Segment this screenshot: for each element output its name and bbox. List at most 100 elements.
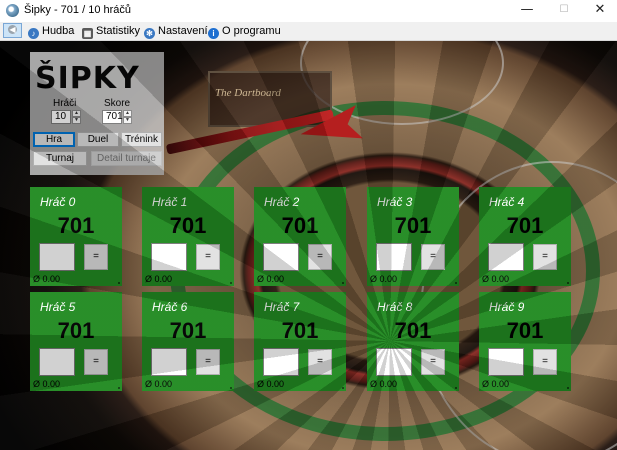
throw-input[interactable] (488, 243, 524, 271)
score-input[interactable]: 701 (102, 110, 123, 124)
player-average: Ø 0.00 (145, 379, 173, 389)
menu-item-label: Nastavení (158, 25, 208, 37)
info-icon: i (208, 28, 219, 39)
player-name: Hráč 3 (377, 195, 413, 209)
maximize-button[interactable]: ☐ (547, 0, 581, 22)
player-score: 701 (281, 318, 319, 343)
menu-item-settings[interactable]: ✻ Nastavení (144, 23, 208, 39)
score-stepper[interactable]: ▲ ▼ (123, 110, 132, 124)
menu-item-about[interactable]: iO programu (208, 23, 281, 39)
player-average: Ø 0.00 (370, 379, 398, 389)
throw-input[interactable] (376, 348, 412, 376)
resize-grip-icon (342, 282, 344, 284)
window-title: Šipky - 701 / 10 hráčů (24, 4, 132, 16)
submit-throw-button[interactable]: = (533, 349, 557, 375)
music-icon: ♪ (28, 28, 39, 39)
player-average: Ø 0.00 (482, 274, 510, 284)
submit-throw-button[interactable]: = (84, 244, 108, 270)
app-logo: ŠIPKY (35, 61, 140, 96)
background-wire (300, 41, 504, 125)
player-name: Hráč 7 (264, 300, 300, 314)
player-average: Ø 0.00 (33, 379, 61, 389)
duel-button[interactable]: Duel (77, 132, 119, 147)
player-card: Hráč 3 701 = Ø 0.00 (367, 187, 459, 286)
player-average: Ø 0.00 (33, 274, 61, 284)
stepper-up-icon[interactable]: ▲ (72, 110, 81, 117)
throw-input[interactable] (39, 348, 75, 376)
player-average: Ø 0.00 (370, 274, 398, 284)
throw-input[interactable] (39, 243, 75, 271)
submit-throw-button[interactable]: = (196, 349, 220, 375)
player-name: Hráč 8 (377, 300, 413, 314)
menu-bar: ◀ ♪ Hudba ▦ Statistiky ✻ Nastavení iO progr… (0, 22, 617, 41)
tournament-detail-button: Detail turnaje (91, 151, 162, 166)
menu-item-statistics[interactable]: ▦ Statistiky (82, 23, 140, 39)
gear-icon: ✻ (144, 28, 155, 39)
play-button[interactable]: Hra (33, 132, 75, 147)
background-wire (420, 161, 617, 450)
player-card: Hráč 8 701 = Ø 0.00 (367, 292, 459, 391)
minimize-button[interactable]: — (510, 0, 544, 22)
player-average: Ø 0.00 (257, 379, 285, 389)
throw-input[interactable] (376, 243, 412, 271)
resize-grip-icon (455, 387, 457, 389)
resize-grip-icon (230, 282, 232, 284)
background-sign: The Dartboard (208, 71, 332, 127)
submit-throw-button[interactable]: = (308, 244, 332, 270)
stepper-down-icon[interactable]: ▼ (72, 117, 81, 124)
player-score: 701 (169, 213, 207, 238)
submit-throw-button[interactable]: = (533, 244, 557, 270)
resize-grip-icon (118, 387, 120, 389)
player-name: Hráč 0 (40, 195, 76, 209)
player-name: Hráč 1 (152, 195, 188, 209)
title-bar: Šipky - 701 / 10 hráčů — ☐ ✕ (0, 0, 617, 22)
player-score: 701 (394, 318, 432, 343)
players-stepper[interactable]: ▲ ▼ (72, 110, 81, 124)
submit-throw-button[interactable]: = (421, 349, 445, 375)
throw-input[interactable] (151, 243, 187, 271)
player-card: Hráč 6 701 = Ø 0.00 (142, 292, 234, 391)
player-name: Hráč 2 (264, 195, 300, 209)
player-score: 701 (394, 213, 432, 238)
player-card: Hráč 5 701 = Ø 0.00 (30, 292, 122, 391)
players-count-input[interactable]: 10 (51, 110, 71, 124)
player-score: 701 (169, 318, 207, 343)
player-card: Hráč 0 701 = Ø 0.00 (30, 187, 122, 286)
throw-input[interactable] (488, 348, 524, 376)
resize-grip-icon (342, 387, 344, 389)
menu-item-label: Hudba (42, 25, 75, 37)
training-button[interactable]: Trénink (121, 132, 162, 147)
dart-shaft (165, 109, 335, 155)
submit-throw-button[interactable]: = (84, 349, 108, 375)
player-score: 701 (281, 213, 319, 238)
stepper-down-icon[interactable]: ▼ (123, 117, 132, 124)
player-score: 701 (506, 213, 544, 238)
menu-item-label: Statistiky (96, 25, 141, 37)
player-name: Hráč 9 (489, 300, 525, 314)
menu-item-music[interactable]: ♪ Hudba (28, 23, 74, 39)
player-average: Ø 0.00 (145, 274, 173, 284)
submit-throw-button[interactable]: = (196, 244, 220, 270)
throw-input[interactable] (263, 348, 299, 376)
player-card: Hráč 9 701 = Ø 0.00 (479, 292, 571, 391)
back-button[interactable]: ◀ (3, 23, 22, 38)
player-average: Ø 0.00 (257, 274, 285, 284)
player-card: Hráč 1 701 = Ø 0.00 (142, 187, 234, 286)
submit-throw-button[interactable]: = (308, 349, 332, 375)
player-name: Hráč 6 (152, 300, 188, 314)
game-setup-panel: ŠIPKY Hráči Skore 10 ▲ ▼ 701 ▲ ▼ Hra Due… (30, 52, 164, 175)
close-button[interactable]: ✕ (583, 0, 617, 22)
resize-grip-icon (455, 282, 457, 284)
stepper-up-icon[interactable]: ▲ (123, 110, 132, 117)
score-label: Skore (104, 98, 131, 109)
stats-icon: ▦ (82, 28, 93, 39)
throw-input[interactable] (151, 348, 187, 376)
player-name: Hráč 4 (489, 195, 525, 209)
submit-throw-button[interactable]: = (421, 244, 445, 270)
player-score: 701 (506, 318, 544, 343)
throw-input[interactable] (263, 243, 299, 271)
tournament-button[interactable]: Turnaj (33, 151, 87, 166)
app-dart-icon (6, 4, 19, 17)
player-score: 701 (57, 213, 95, 238)
player-card: Hráč 7 701 = Ø 0.00 (254, 292, 346, 391)
